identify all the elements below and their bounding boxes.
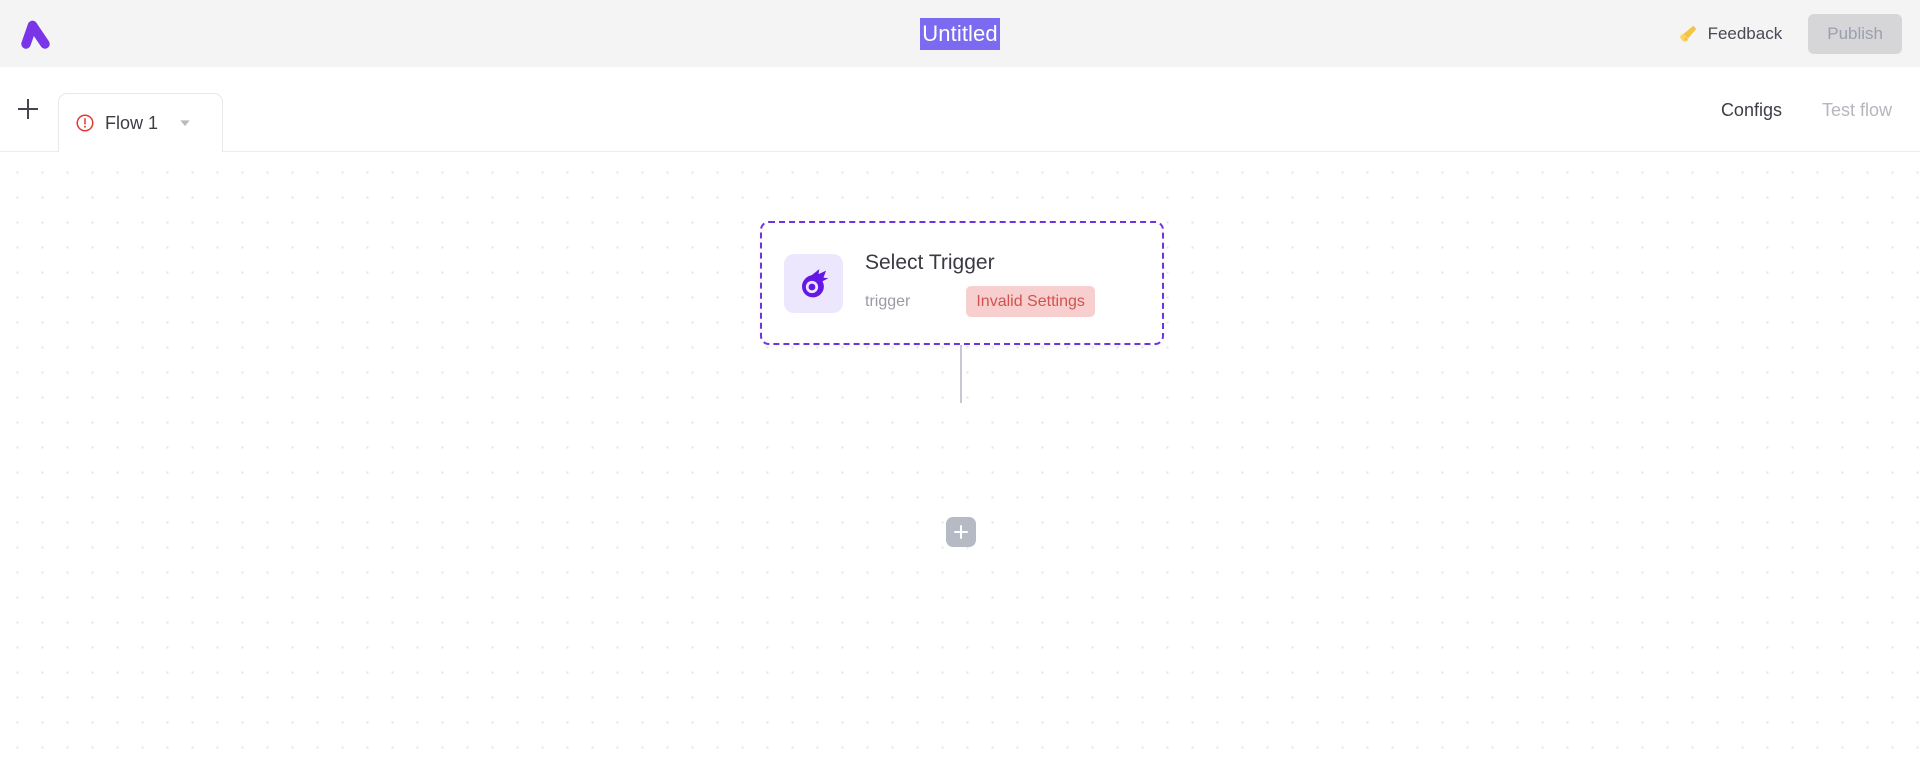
flow-tab-bar: Flow 1 Configs Test flow: [0, 67, 1920, 152]
status-badge: Invalid Settings: [966, 285, 1095, 317]
chevron-down-icon[interactable]: [178, 116, 192, 130]
flow-canvas[interactable]: Select Trigger trigger Invalid Settings: [0, 152, 1920, 767]
feedback-label: Feedback: [1707, 23, 1783, 43]
trigger-node-body: Select Trigger trigger Invalid Settings: [865, 250, 1140, 317]
add-step-button[interactable]: [946, 517, 976, 547]
flow-tab-actions: Configs Test flow: [1719, 67, 1894, 152]
activepieces-logo-icon: [21, 20, 50, 49]
plus-icon: [18, 99, 38, 119]
comet-icon: [802, 268, 829, 297]
app-logo[interactable]: [16, 13, 58, 55]
flow-title[interactable]: Untitled: [920, 17, 1000, 50]
publish-button[interactable]: Publish: [1808, 13, 1902, 54]
node-connector-line: [960, 345, 962, 403]
flow-title-container: Untitled: [0, 0, 1920, 67]
trigger-icon-container: [784, 253, 843, 313]
app-header: Untitled Feedback Publish: [0, 0, 1920, 67]
trigger-node-title: Select Trigger: [865, 250, 995, 274]
trigger-node-meta: trigger Invalid Settings: [865, 285, 1140, 317]
header-actions: Feedback Publish: [1670, 0, 1902, 67]
test-flow-button[interactable]: Test flow: [1820, 93, 1894, 127]
megaphone-icon: [1679, 25, 1696, 42]
flow-tab-label: Flow 1: [105, 113, 159, 133]
feedback-button[interactable]: Feedback: [1670, 17, 1791, 50]
warning-circle-icon: [76, 114, 94, 132]
add-flow-button[interactable]: [8, 89, 48, 129]
plus-icon: [954, 525, 968, 539]
flow-tab-flow-1[interactable]: Flow 1: [58, 93, 223, 152]
trigger-node-subtitle: trigger: [865, 292, 911, 310]
configs-button[interactable]: Configs: [1719, 93, 1784, 127]
trigger-node-card[interactable]: Select Trigger trigger Invalid Settings: [760, 221, 1164, 345]
